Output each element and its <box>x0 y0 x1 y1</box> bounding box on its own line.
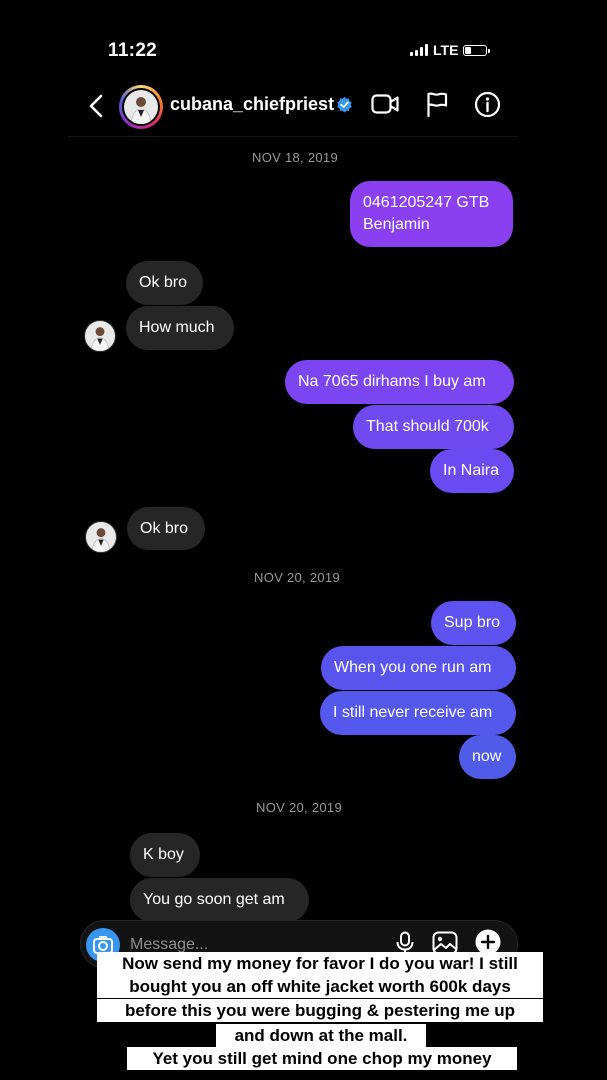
outgoing-message[interactable]: That should 700k <box>353 405 514 449</box>
caption-line: Now send my money for favor I do you war… <box>97 952 543 975</box>
video-call-icon[interactable] <box>371 93 399 115</box>
outgoing-message[interactable]: 0461205247 GTB Benjamin <box>350 181 513 247</box>
message-text: 0461205247 GTB <box>363 194 490 211</box>
outgoing-message[interactable]: When you one run am <box>321 646 516 690</box>
incoming-message[interactable]: You go soon get am <box>130 878 309 922</box>
caption-line: Yet you still get mind one chop my money <box>127 1047 517 1070</box>
status-time: 11:22 <box>108 40 158 61</box>
network-label: LTE <box>433 42 459 58</box>
incoming-message[interactable]: Ok bro <box>126 261 203 305</box>
sender-avatar <box>84 320 116 352</box>
back-arrow-icon[interactable] <box>86 94 108 118</box>
outgoing-message[interactable]: I still never receive am <box>320 691 516 735</box>
battery-icon <box>463 44 491 56</box>
outgoing-message[interactable]: Na 7065 dirhams I buy am <box>285 360 514 404</box>
chat-username[interactable]: cubana_chiefpriest <box>170 94 334 115</box>
outgoing-message[interactable]: now <box>459 735 516 779</box>
incoming-message[interactable]: Ok bro <box>127 507 205 550</box>
caption-line: bought you an off white jacket worth 600… <box>97 975 543 998</box>
date-separator: NOV 20, 2019 <box>254 570 340 585</box>
verified-badge-icon <box>337 96 352 113</box>
incoming-message[interactable]: How much <box>126 306 234 350</box>
report-flag-icon[interactable] <box>426 92 448 117</box>
sender-avatar <box>85 521 117 553</box>
info-icon[interactable] <box>474 91 501 118</box>
profile-avatar[interactable] <box>119 85 163 129</box>
message-text: Benjamin <box>363 216 430 233</box>
caption-line: before this you were bugging & pestering… <box>97 999 543 1022</box>
incoming-message[interactable]: K boy <box>130 833 200 877</box>
signal-icon <box>410 44 428 56</box>
header-divider <box>68 136 518 137</box>
date-separator: NOV 18, 2019 <box>252 150 338 165</box>
outgoing-message[interactable]: Sup bro <box>431 601 516 645</box>
outgoing-message[interactable]: In Naira <box>430 449 514 493</box>
caption-line: and down at the mall. <box>216 1024 426 1047</box>
date-separator: NOV 20, 2019 <box>256 800 342 815</box>
status-indicators: LTE <box>410 42 491 58</box>
